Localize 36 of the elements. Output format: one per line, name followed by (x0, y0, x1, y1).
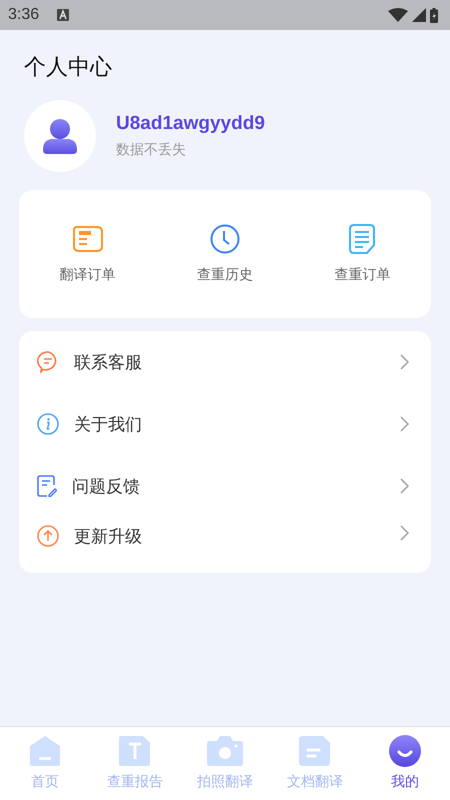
home-icon (29, 735, 61, 767)
document-icon (299, 735, 331, 767)
user-subtitle: 数据不丢失 (116, 141, 187, 159)
notification-icon (57, 9, 70, 21)
page-title: 个人中心 (24, 54, 113, 82)
edit-note-icon (37, 475, 57, 497)
menu-item[interactable]: 关于我们 (19, 393, 431, 455)
document-icon (349, 224, 376, 254)
chevron-icon (400, 416, 409, 432)
info-icon (37, 413, 59, 435)
wifi-icon (388, 8, 408, 22)
menu-item[interactable]: 问题反馈 (19, 455, 431, 517)
username: U8ad1awgyydd9 (116, 113, 265, 135)
menu-label: 联系客服 (74, 352, 143, 374)
battery-icon (430, 8, 438, 22)
menu-label: 问题反馈 (72, 476, 141, 498)
user-icon (43, 118, 77, 154)
clock-icon (210, 224, 240, 254)
shortcut-item[interactable]: 查重订单 (294, 190, 431, 318)
status-time: 3:36 (8, 6, 40, 24)
menu-item[interactable]: 联系客服 (19, 331, 431, 393)
chevron-icon (400, 478, 409, 494)
camera-icon (207, 735, 243, 767)
chevron-icon (400, 525, 409, 541)
menu-label: 更新升级 (74, 526, 143, 548)
shortcut-item[interactable]: 查重历史 (156, 190, 294, 318)
tab[interactable]: 我的 (360, 727, 450, 800)
shortcut-item[interactable]: 翻译订单 (19, 190, 156, 318)
text-document-icon (119, 735, 151, 767)
signal-icon (412, 8, 426, 22)
chat-icon (37, 351, 59, 373)
smile-icon (389, 735, 421, 767)
menu-label: 关于我们 (74, 414, 143, 436)
order-icon (72, 224, 103, 254)
chevron-icon (400, 354, 409, 370)
menu-item[interactable]: 更新升级 (19, 517, 431, 573)
